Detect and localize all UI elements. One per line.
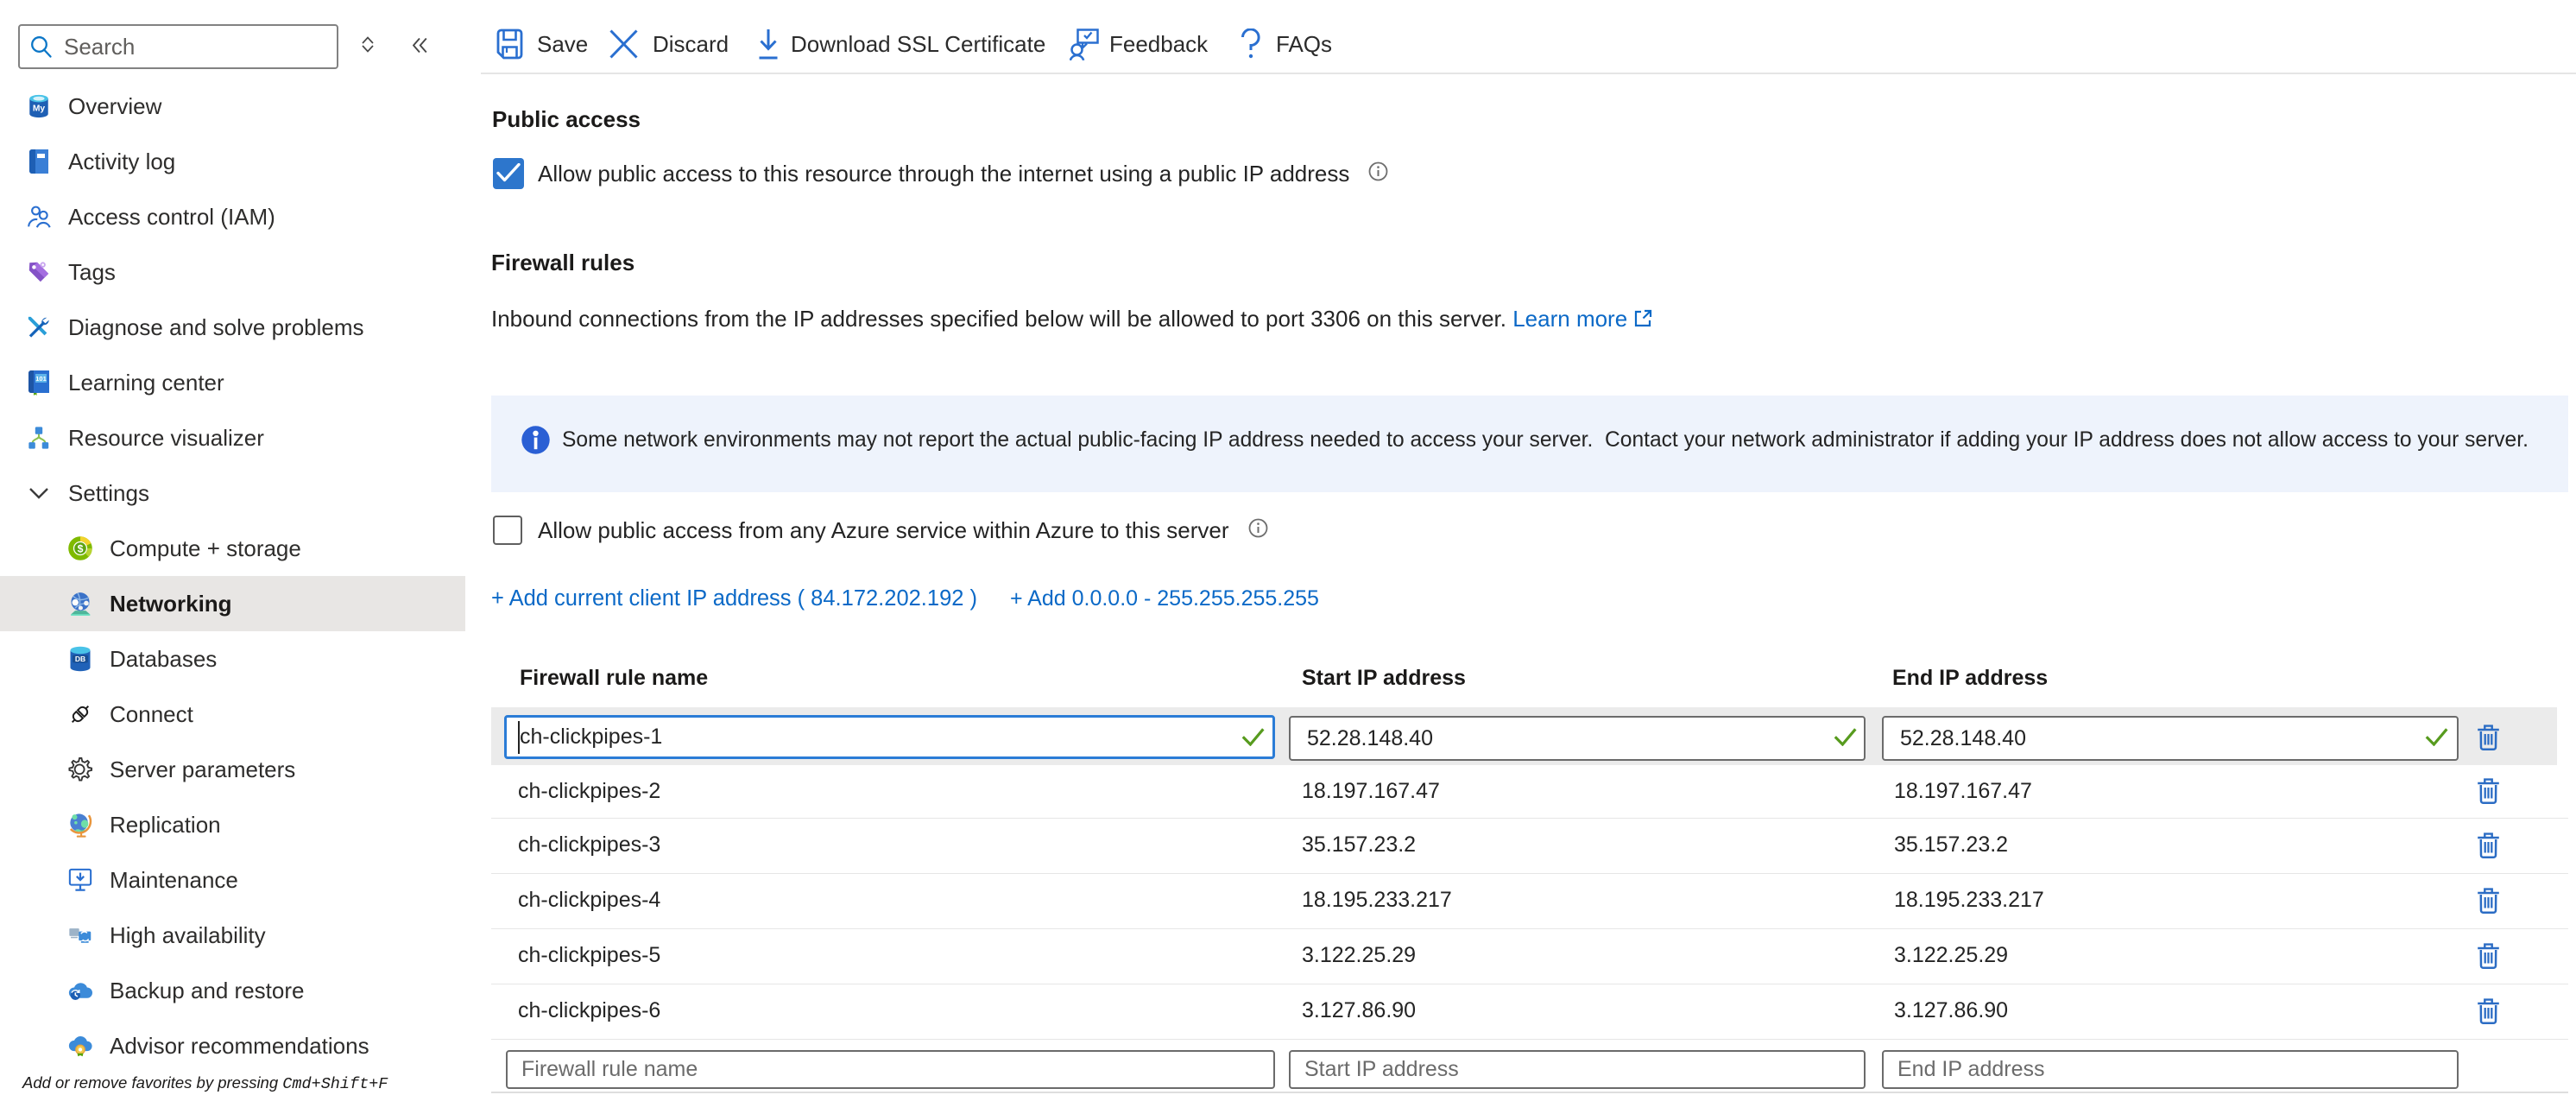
svg-text:My: My: [33, 104, 46, 114]
svg-text:101: 101: [35, 375, 47, 383]
svg-text:DB: DB: [75, 655, 85, 663]
svg-text:$: $: [78, 542, 84, 554]
